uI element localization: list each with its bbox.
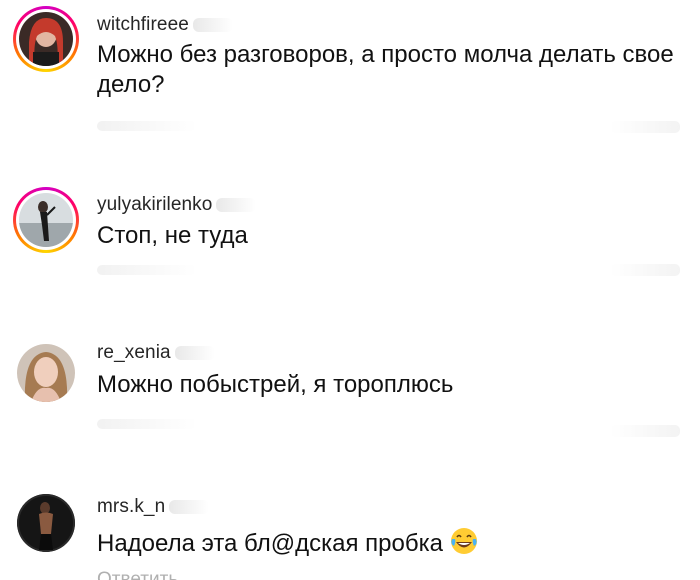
comment-text: Надоела эта бл@дская пробка [97,526,682,559]
comment-meta [97,265,197,275]
comment-text: Можно побыстрей, я тороплюсь [97,371,454,398]
comment-item: mrs.k_n Надоела эта бл@дская пробка [0,480,700,579]
username-fade [216,197,257,212]
comment-username[interactable]: yulyakirilenko [97,194,257,216]
username-text[interactable]: witchfireee [97,14,189,35]
avatar-story-ring[interactable] [13,6,79,72]
comment-item: witchfireee Можно без разговоров, а прос… [0,0,700,160]
avatar [19,12,73,66]
comment-item: re_xenia Можно побыстрей, я тороплюсь [0,320,700,480]
avatar [19,193,73,247]
comment-text: Можно без разговоров, а просто молча дел… [97,41,674,98]
like-area[interactable] [610,264,680,276]
avatar [17,344,75,402]
like-area[interactable] [610,121,680,133]
face-with-tears-of-joy-icon [450,528,477,554]
comment-username[interactable]: witchfireee [97,14,233,36]
comment-text: Стоп, не туда [97,222,248,249]
comment-meta [97,419,197,429]
avatar-story-ring[interactable] [13,187,79,253]
username-text[interactable]: yulyakirilenko [97,194,212,215]
comment-username[interactable]: mrs.k_n [97,496,210,518]
like-area[interactable] [610,425,680,437]
username-text[interactable]: mrs.k_n [97,496,165,517]
comment-item: yulyakirilenko Стоп, не туда [0,160,700,320]
username-text[interactable]: re_xenia [97,342,171,363]
username-fade [174,345,215,360]
comment-username[interactable]: re_xenia [97,342,215,364]
username-fade [169,499,210,514]
username-fade [192,17,233,32]
comment-text-content: Надоела эта бл@дская пробка [97,530,443,557]
avatar-frame[interactable] [13,490,79,556]
comment-meta [97,121,197,131]
avatar [17,494,75,552]
avatar-frame[interactable] [13,340,79,406]
